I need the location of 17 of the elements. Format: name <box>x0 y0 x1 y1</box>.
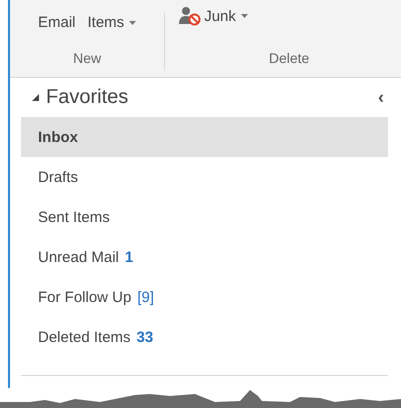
person-blocked-icon <box>179 6 202 26</box>
folder-item[interactable]: Drafts <box>21 157 388 197</box>
collapse-button[interactable]: ‹ <box>374 87 388 108</box>
favorites-header[interactable]: Favorites <box>21 86 128 109</box>
folder-item[interactable]: Inbox <box>21 117 388 157</box>
ribbon-button[interactable]: Items <box>86 12 138 33</box>
caret-icon <box>129 20 136 24</box>
folder-item[interactable]: Unread Mail 1 <box>21 237 388 277</box>
caret-icon <box>240 14 248 18</box>
ribbon-button[interactable]: Email <box>36 12 78 33</box>
folder-item[interactable]: Deleted Items 33 <box>21 317 388 357</box>
ribbon-button[interactable]: Junk <box>177 4 250 28</box>
group-label: New <box>73 50 102 66</box>
expand-triangle-icon <box>31 93 40 102</box>
group-label: Delete <box>268 50 310 66</box>
folder-item[interactable]: Sent Items <box>21 197 388 237</box>
folder-item[interactable]: For Follow Up [9] <box>21 277 388 317</box>
